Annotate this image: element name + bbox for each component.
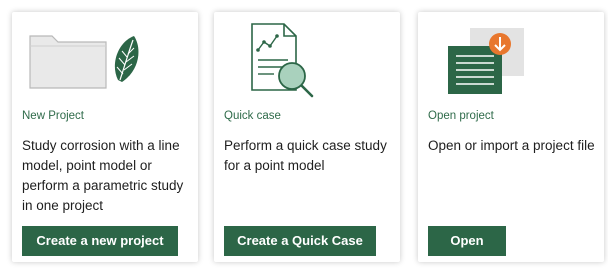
card-description: Study corrosion with a line model, point…	[22, 138, 184, 213]
project-start-cards: New Project Study corrosion with a line …	[0, 0, 608, 268]
import-file-icon	[448, 28, 524, 94]
card-description: Open or import a project file	[428, 138, 595, 153]
create-new-project-button[interactable]: Create a new project	[22, 226, 178, 256]
open-project-card: Open project Open or import a project fi…	[418, 12, 604, 262]
create-quick-case-button[interactable]: Create a Quick Case	[224, 226, 376, 256]
folder-leaf-icon	[29, 35, 139, 89]
card-label: Open project	[428, 110, 494, 122]
open-button[interactable]: Open	[428, 226, 506, 256]
new-project-card: New Project Study corrosion with a line …	[12, 12, 198, 262]
card-label: New Project	[22, 110, 84, 122]
quick-case-card: Quick case Perform a quick case study fo…	[214, 12, 400, 262]
card-label: Quick case	[224, 110, 281, 122]
card-description: Perform a quick case study for a point m…	[224, 138, 387, 173]
document-magnifier-icon	[251, 23, 314, 98]
